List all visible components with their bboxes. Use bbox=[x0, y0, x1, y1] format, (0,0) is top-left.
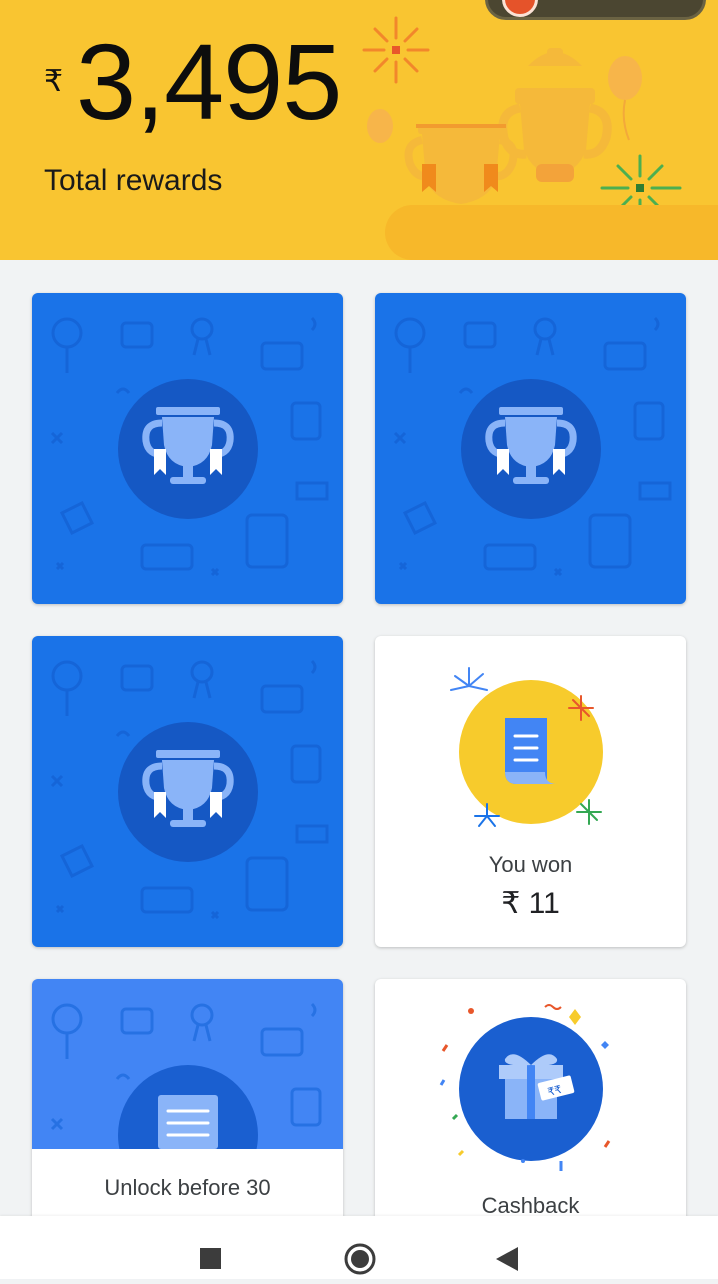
cashback-card[interactable]: ₹₹ Cashback bbox=[375, 979, 686, 1217]
rewards-header: ₹ 3,495 Total rewards bbox=[0, 0, 718, 260]
trophy-badge bbox=[118, 722, 258, 862]
receipt-badge bbox=[118, 1065, 258, 1149]
cashback-label: Cashback bbox=[481, 1193, 580, 1217]
total-rewards-amount: 3,495 bbox=[76, 21, 342, 142]
total-rewards-label: Total rewards bbox=[44, 164, 223, 197]
gift-badge: ₹₹ bbox=[439, 1004, 611, 1171]
home-button[interactable] bbox=[330, 1216, 390, 1279]
avatar[interactable] bbox=[502, 0, 538, 17]
trophy-badge bbox=[461, 379, 601, 519]
currency-symbol: ₹ bbox=[44, 65, 64, 98]
trophy-icon bbox=[461, 379, 601, 519]
you-won-label: You won bbox=[488, 852, 573, 877]
scratch-card[interactable] bbox=[375, 293, 686, 604]
system-navigation-bar bbox=[0, 1216, 718, 1279]
recent-apps-button[interactable] bbox=[180, 1216, 240, 1279]
trophy-icon bbox=[118, 722, 258, 862]
receipt-badge bbox=[450, 667, 603, 827]
locked-reward-card[interactable]: Unlock before 30 bbox=[32, 979, 343, 1217]
unlock-info-panel: Unlock before 30 bbox=[32, 1149, 343, 1217]
back-icon bbox=[496, 1247, 518, 1271]
recent-apps-icon bbox=[200, 1248, 221, 1269]
trophy-badge bbox=[118, 379, 258, 519]
home-icon bbox=[344, 1243, 376, 1275]
back-button[interactable] bbox=[476, 1216, 536, 1279]
reward-won-card[interactable]: You won ₹ 11 bbox=[375, 636, 686, 947]
scratch-card[interactable] bbox=[32, 636, 343, 947]
trophy-icon bbox=[118, 379, 258, 519]
scratch-card[interactable] bbox=[32, 293, 343, 604]
won-amount: ₹ 11 bbox=[501, 887, 560, 920]
unlock-deadline-text: Unlock before 30 bbox=[104, 1175, 271, 1200]
account-chip[interactable] bbox=[485, 0, 706, 20]
